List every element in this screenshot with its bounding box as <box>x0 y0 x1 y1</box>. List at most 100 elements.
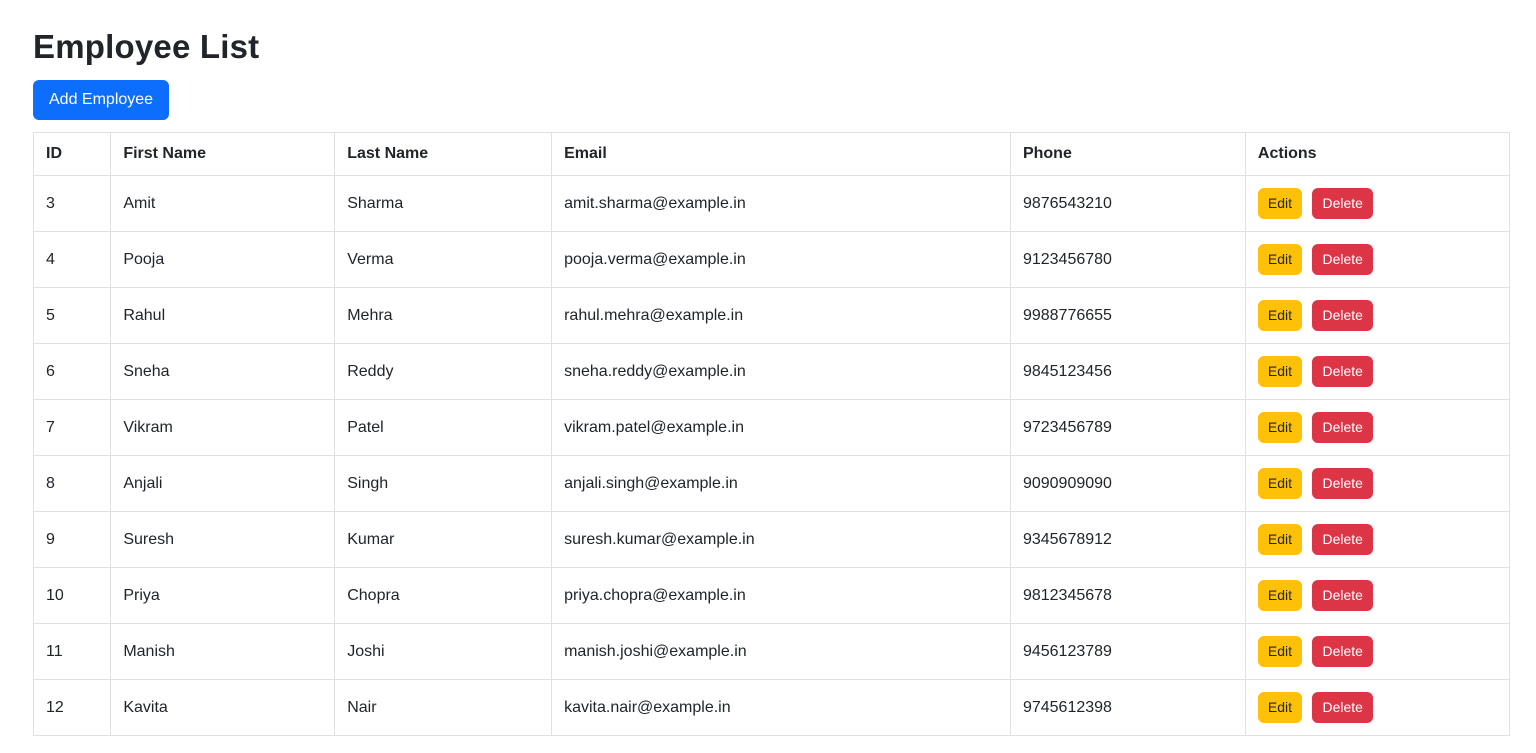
cell-actions: Edit Delete <box>1245 456 1509 512</box>
table-row: 8 Anjali Singh anjali.singh@example.in 9… <box>34 456 1510 512</box>
edit-button[interactable]: Edit <box>1258 692 1302 723</box>
cell-actions: Edit Delete <box>1245 680 1509 736</box>
cell-phone: 9345678912 <box>1010 512 1245 568</box>
edit-button[interactable]: Edit <box>1258 524 1302 555</box>
cell-phone: 9988776655 <box>1010 288 1245 344</box>
cell-last-name: Joshi <box>335 624 552 680</box>
add-employee-button[interactable]: Add Employee <box>33 80 169 120</box>
cell-actions: Edit Delete <box>1245 624 1509 680</box>
delete-button[interactable]: Delete <box>1312 244 1372 275</box>
cell-phone: 9745612398 <box>1010 680 1245 736</box>
cell-first-name: Amit <box>111 176 335 232</box>
cell-last-name: Kumar <box>335 512 552 568</box>
cell-actions: Edit Delete <box>1245 344 1509 400</box>
cell-id: 3 <box>34 176 111 232</box>
delete-button[interactable]: Delete <box>1312 692 1372 723</box>
edit-button[interactable]: Edit <box>1258 468 1302 499</box>
cell-first-name: Priya <box>111 568 335 624</box>
cell-id: 8 <box>34 456 111 512</box>
cell-id: 10 <box>34 568 111 624</box>
cell-id: 5 <box>34 288 111 344</box>
table-row: 12 Kavita Nair kavita.nair@example.in 97… <box>34 680 1510 736</box>
cell-email: priya.chopra@example.in <box>552 568 1011 624</box>
table-row: 3 Amit Sharma amit.sharma@example.in 987… <box>34 176 1510 232</box>
table-row: 7 Vikram Patel vikram.patel@example.in 9… <box>34 400 1510 456</box>
cell-first-name: Rahul <box>111 288 335 344</box>
header-email: Email <box>552 133 1011 176</box>
cell-phone: 9090909090 <box>1010 456 1245 512</box>
table-header-row: ID First Name Last Name Email Phone Acti… <box>34 133 1510 176</box>
cell-last-name: Singh <box>335 456 552 512</box>
header-last-name: Last Name <box>335 133 552 176</box>
page-title: Employee List <box>33 28 1510 66</box>
cell-first-name: Pooja <box>111 232 335 288</box>
edit-button[interactable]: Edit <box>1258 636 1302 667</box>
edit-button[interactable]: Edit <box>1258 188 1302 219</box>
cell-email: suresh.kumar@example.in <box>552 512 1011 568</box>
cell-phone: 9723456789 <box>1010 400 1245 456</box>
cell-actions: Edit Delete <box>1245 512 1509 568</box>
edit-button[interactable]: Edit <box>1258 580 1302 611</box>
cell-email: kavita.nair@example.in <box>552 680 1011 736</box>
cell-last-name: Nair <box>335 680 552 736</box>
cell-last-name: Reddy <box>335 344 552 400</box>
employee-table: ID First Name Last Name Email Phone Acti… <box>33 132 1510 736</box>
delete-button[interactable]: Delete <box>1312 580 1372 611</box>
table-row: 9 Suresh Kumar suresh.kumar@example.in 9… <box>34 512 1510 568</box>
cell-id: 6 <box>34 344 111 400</box>
table-row: 6 Sneha Reddy sneha.reddy@example.in 984… <box>34 344 1510 400</box>
edit-button[interactable]: Edit <box>1258 356 1302 387</box>
cell-phone: 9845123456 <box>1010 344 1245 400</box>
cell-actions: Edit Delete <box>1245 568 1509 624</box>
delete-button[interactable]: Delete <box>1312 188 1372 219</box>
table-row: 11 Manish Joshi manish.joshi@example.in … <box>34 624 1510 680</box>
cell-actions: Edit Delete <box>1245 400 1509 456</box>
cell-last-name: Chopra <box>335 568 552 624</box>
table-body: 3 Amit Sharma amit.sharma@example.in 987… <box>34 176 1510 736</box>
cell-actions: Edit Delete <box>1245 288 1509 344</box>
cell-first-name: Anjali <box>111 456 335 512</box>
header-actions: Actions <box>1245 133 1509 176</box>
delete-button[interactable]: Delete <box>1312 356 1372 387</box>
cell-actions: Edit Delete <box>1245 176 1509 232</box>
edit-button[interactable]: Edit <box>1258 244 1302 275</box>
cell-id: 9 <box>34 512 111 568</box>
cell-last-name: Patel <box>335 400 552 456</box>
cell-id: 4 <box>34 232 111 288</box>
cell-id: 12 <box>34 680 111 736</box>
cell-last-name: Mehra <box>335 288 552 344</box>
header-phone: Phone <box>1010 133 1245 176</box>
delete-button[interactable]: Delete <box>1312 300 1372 331</box>
cell-first-name: Manish <box>111 624 335 680</box>
delete-button[interactable]: Delete <box>1312 412 1372 443</box>
cell-email: amit.sharma@example.in <box>552 176 1011 232</box>
cell-first-name: Sneha <box>111 344 335 400</box>
cell-phone: 9456123789 <box>1010 624 1245 680</box>
delete-button[interactable]: Delete <box>1312 636 1372 667</box>
cell-email: pooja.verma@example.in <box>552 232 1011 288</box>
cell-phone: 9812345678 <box>1010 568 1245 624</box>
delete-button[interactable]: Delete <box>1312 468 1372 499</box>
cell-email: manish.joshi@example.in <box>552 624 1011 680</box>
edit-button[interactable]: Edit <box>1258 300 1302 331</box>
table-row: 10 Priya Chopra priya.chopra@example.in … <box>34 568 1510 624</box>
cell-email: anjali.singh@example.in <box>552 456 1011 512</box>
cell-last-name: Sharma <box>335 176 552 232</box>
delete-button[interactable]: Delete <box>1312 524 1372 555</box>
table-row: 5 Rahul Mehra rahul.mehra@example.in 998… <box>34 288 1510 344</box>
cell-email: rahul.mehra@example.in <box>552 288 1011 344</box>
cell-email: sneha.reddy@example.in <box>552 344 1011 400</box>
cell-phone: 9876543210 <box>1010 176 1245 232</box>
cell-id: 7 <box>34 400 111 456</box>
cell-first-name: Vikram <box>111 400 335 456</box>
table-row: 4 Pooja Verma pooja.verma@example.in 912… <box>34 232 1510 288</box>
cell-email: vikram.patel@example.in <box>552 400 1011 456</box>
cell-last-name: Verma <box>335 232 552 288</box>
cell-phone: 9123456780 <box>1010 232 1245 288</box>
edit-button[interactable]: Edit <box>1258 412 1302 443</box>
header-first-name: First Name <box>111 133 335 176</box>
cell-actions: Edit Delete <box>1245 232 1509 288</box>
cell-first-name: Kavita <box>111 680 335 736</box>
table-header: ID First Name Last Name Email Phone Acti… <box>34 133 1510 176</box>
header-id: ID <box>34 133 111 176</box>
